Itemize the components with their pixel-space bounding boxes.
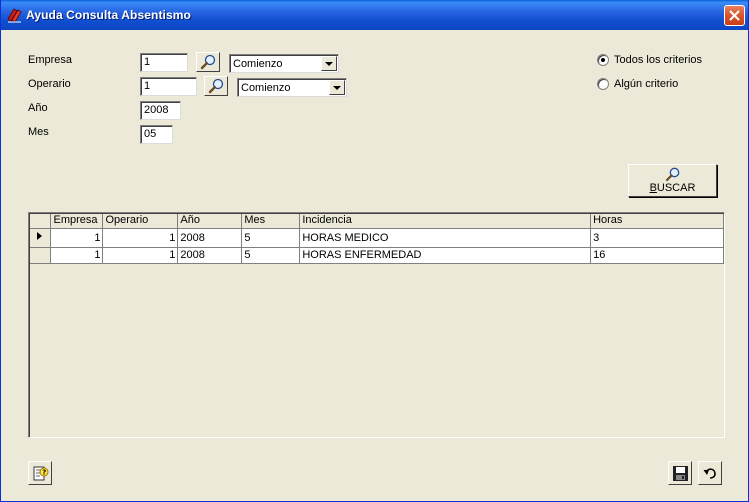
- cell-incidencia[interactable]: HORAS ENFERMEDAD: [299, 247, 592, 264]
- operario-combo-arrow[interactable]: [329, 80, 345, 95]
- cell-anio[interactable]: 2008: [177, 228, 243, 248]
- help-button[interactable]: ?: [28, 461, 52, 485]
- operario-combo[interactable]: Comienzo: [237, 78, 347, 97]
- current-row-arrow-icon: [37, 231, 42, 240]
- empresa-input[interactable]: 1: [140, 53, 188, 72]
- anio-label: Año: [28, 102, 48, 114]
- close-icon: [729, 10, 740, 21]
- magnifier-icon: [665, 167, 680, 182]
- close-button[interactable]: [724, 5, 745, 26]
- todos-criterios-label[interactable]: Todos los criterios: [614, 54, 702, 66]
- empresa-search-button[interactable]: [196, 52, 220, 72]
- window: Ayuda Consulta Absentismo Empresa 1 Comi…: [0, 0, 749, 502]
- algun-criterio-radio[interactable]: [597, 78, 609, 90]
- row-indicator[interactable]: [30, 247, 52, 264]
- row-indicator[interactable]: [30, 228, 52, 248]
- results-grid[interactable]: Empresa Operario Año Mes Incidencia Hora…: [28, 212, 725, 438]
- column-header-horas[interactable]: Horas: [590, 214, 724, 229]
- chevron-down-icon: [333, 86, 341, 90]
- app-icon: [7, 8, 22, 23]
- magnifier-icon: [200, 54, 216, 70]
- cell-operario[interactable]: 1: [102, 247, 179, 264]
- empresa-combo[interactable]: Comienzo: [229, 54, 339, 73]
- save-button[interactable]: [668, 461, 692, 485]
- empresa-label: Empresa: [28, 54, 73, 66]
- operario-input[interactable]: 1: [140, 77, 197, 96]
- column-header-anio[interactable]: Año: [177, 214, 243, 229]
- cell-mes[interactable]: 5: [241, 228, 301, 248]
- empresa-combo-value: Comienzo: [233, 58, 283, 70]
- cell-mes[interactable]: 5: [241, 247, 301, 264]
- buscar-label: BUSCAR: [649, 182, 696, 194]
- mes-label: Mes: [28, 126, 49, 138]
- column-header-mes[interactable]: Mes: [241, 214, 301, 229]
- cell-empresa[interactable]: 1: [50, 247, 104, 264]
- grid-header-row: Empresa Operario Año Mes Incidencia Hora…: [30, 214, 724, 229]
- magnifier-icon: [208, 78, 224, 94]
- operario-label: Operario: [28, 78, 71, 90]
- buscar-button[interactable]: BUSCAR: [628, 164, 717, 197]
- undo-icon: [703, 468, 716, 479]
- save-icon: [673, 466, 688, 481]
- cell-horas[interactable]: 3: [590, 228, 724, 248]
- chevron-down-icon: [325, 62, 333, 66]
- cell-operario[interactable]: 1: [102, 228, 179, 248]
- svg-text:?: ?: [42, 469, 46, 477]
- cell-incidencia[interactable]: HORAS MEDICO: [299, 228, 592, 248]
- title-bar: Ayuda Consulta Absentismo: [1, 0, 748, 30]
- column-header-empresa[interactable]: Empresa: [50, 214, 104, 229]
- table-row[interactable]: 1 1 2008 5 HORAS MEDICO 3: [30, 228, 724, 248]
- anio-input[interactable]: 2008: [140, 101, 181, 120]
- radio-selected-dot: [601, 58, 605, 62]
- column-header-incidencia[interactable]: Incidencia: [299, 214, 592, 229]
- algun-criterio-label[interactable]: Algún criterio: [614, 78, 678, 90]
- cell-anio[interactable]: 2008: [177, 247, 243, 264]
- column-header-operario[interactable]: Operario: [102, 214, 179, 229]
- empresa-combo-arrow[interactable]: [321, 56, 337, 71]
- grid-indicator-header: [30, 214, 52, 229]
- cell-empresa[interactable]: 1: [50, 228, 104, 248]
- undo-button[interactable]: [698, 461, 722, 485]
- operario-combo-value: Comienzo: [241, 82, 291, 94]
- results-table: Empresa Operario Año Mes Incidencia Hora…: [30, 214, 724, 264]
- mes-input[interactable]: 05: [140, 125, 173, 144]
- window-title: Ayuda Consulta Absentismo: [26, 8, 191, 22]
- help-icon: ?: [33, 466, 49, 481]
- operario-search-button[interactable]: [204, 76, 228, 96]
- table-row[interactable]: 1 1 2008 5 HORAS ENFERMEDAD 16: [30, 247, 724, 264]
- todos-criterios-radio[interactable]: [597, 54, 609, 66]
- cell-horas[interactable]: 16: [590, 247, 724, 264]
